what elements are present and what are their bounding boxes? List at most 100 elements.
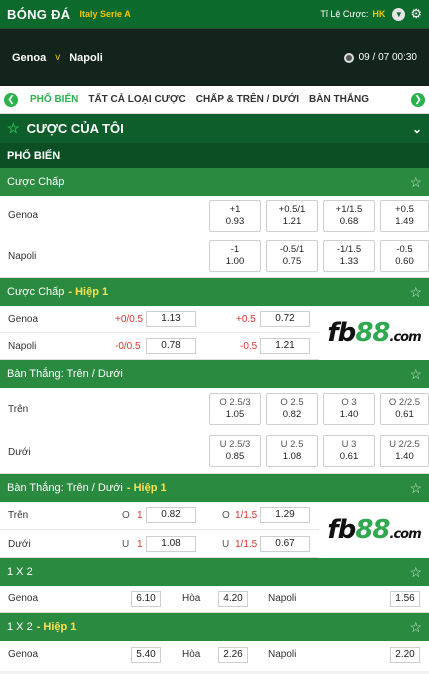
- odds-line: -0.5: [396, 244, 413, 255]
- odds-cell[interactable]: -1 1.00: [209, 240, 261, 272]
- tab-popular[interactable]: PHỔ BIẾN: [30, 94, 78, 105]
- chevron-down-icon[interactable]: ⌄: [412, 122, 422, 136]
- odds-cell[interactable]: +0.5/1 1.21: [266, 200, 318, 232]
- odds-price[interactable]: 1.08: [146, 536, 196, 552]
- odds-price: 0.60: [395, 256, 414, 267]
- odds-cell[interactable]: U 2.5 1.08: [266, 435, 318, 467]
- odds-price[interactable]: 2.26: [218, 647, 248, 663]
- draw-label: Hòa: [182, 593, 201, 604]
- odds-line: O 3: [341, 397, 357, 408]
- sponsor-banner[interactable]: fb88.com: [319, 502, 429, 558]
- odds-price[interactable]: 1.29: [260, 507, 310, 523]
- odds-cell[interactable]: -0.5 0.60: [380, 240, 429, 272]
- gear-icon[interactable]: ⚙: [410, 6, 422, 22]
- sponsor-banner[interactable]: fb88.com: [319, 306, 429, 360]
- market-title: Cược Chấp: [7, 286, 65, 298]
- odds-price: 1.21: [282, 216, 302, 227]
- odds-price[interactable]: 2.20: [390, 647, 420, 663]
- star-icon[interactable]: ☆: [409, 284, 422, 301]
- odds-price: 0.82: [282, 409, 302, 420]
- market-header-over-under: Bàn Thắng: Trên / Dưới ☆: [0, 360, 429, 388]
- market-header-handicap: Cược Chấp ☆: [0, 168, 429, 196]
- fb88-logo: fb88.com: [327, 318, 421, 348]
- my-bets-bar[interactable]: ☆ CƯỢC CỦA TÔI ⌄: [0, 114, 429, 143]
- star-icon[interactable]: ☆: [409, 480, 422, 497]
- odds-price[interactable]: 4.20: [218, 591, 248, 607]
- odds-line: +0.5: [395, 204, 414, 215]
- match-time: 09 / 07 00:30: [343, 52, 417, 63]
- odds-price[interactable]: 0.82: [146, 507, 196, 523]
- odds-line: U 3: [341, 439, 357, 450]
- odds-line: U 2/2.5: [389, 439, 420, 450]
- odds-price[interactable]: 0.78: [146, 338, 196, 354]
- tab-all-bets[interactable]: TẤT CẢ LOẠI CƯỢC: [88, 94, 185, 105]
- odds-line: -1/1.5: [336, 244, 362, 255]
- odds-price: 1.00: [225, 256, 245, 267]
- odds-line: +1/1.5: [335, 204, 363, 215]
- team-label: Napoli: [8, 341, 37, 352]
- odds-price: 1.40: [339, 409, 359, 420]
- star-icon[interactable]: ☆: [409, 366, 422, 383]
- handicap-line: -0/0.5: [115, 341, 141, 352]
- ou-label: Dưới: [8, 539, 31, 550]
- team-label: Napoli: [8, 251, 37, 262]
- ou-side: O: [122, 510, 130, 521]
- odds-cell[interactable]: O 2.5 0.82: [266, 393, 318, 425]
- odds-price[interactable]: 0.72: [260, 311, 310, 327]
- top-bar: BÓNG ĐÁ Italy Serie A Tỉ Lệ Cược: HK ▼ ⚙: [0, 0, 429, 28]
- odds-cell[interactable]: U 3 0.61: [323, 435, 375, 467]
- market-header-1x2-h1: 1 X 2 - Hiệp 1 ☆: [0, 613, 429, 641]
- popular-section-title: PHỔ BIẾN: [0, 143, 429, 168]
- home-label: Genoa: [8, 593, 39, 604]
- market-header-handicap-h1: Cược Chấp - Hiệp 1 ☆: [0, 278, 429, 306]
- match-header: Genoa v Napoli 09 / 07 00:30: [0, 28, 429, 86]
- tab-handicap-ou[interactable]: CHẤP & TRÊN / DƯỚI: [196, 94, 299, 105]
- odds-cell[interactable]: -1/1.5 1.33: [323, 240, 375, 272]
- chevron-down-icon[interactable]: ▼: [392, 7, 406, 21]
- odds-price: 0.68: [339, 216, 359, 227]
- odds-line: -1: [230, 244, 240, 255]
- sport-title: BÓNG ĐÁ: [7, 6, 71, 22]
- league-name[interactable]: Italy Serie A: [80, 9, 131, 19]
- odds-price[interactable]: 1.13: [146, 311, 196, 327]
- odds-cell[interactable]: O 3 1.40: [323, 393, 375, 425]
- home-team: Genoa: [12, 51, 47, 64]
- odds-price[interactable]: 1.21: [260, 338, 310, 354]
- star-icon[interactable]: ☆: [409, 619, 422, 636]
- chevron-right-icon[interactable]: ❯: [411, 92, 425, 107]
- star-icon[interactable]: ☆: [409, 174, 422, 191]
- star-icon[interactable]: ☆: [409, 564, 422, 581]
- handicap-line: +0/0.5: [115, 314, 144, 325]
- versus-label: v: [55, 52, 61, 63]
- odds-cell[interactable]: U 2.5/3 0.85: [209, 435, 261, 467]
- odds-line: U 2.5: [280, 439, 304, 450]
- odds-price: 0.93: [225, 216, 245, 227]
- odds-cell[interactable]: U 2/2.5 1.40: [380, 435, 429, 467]
- tab-goals[interactable]: BÀN THẮNG: [309, 94, 369, 105]
- odds-cell[interactable]: +0.5 1.49: [380, 200, 429, 232]
- odds-price: 1.33: [339, 256, 359, 267]
- odds-cell[interactable]: +1 0.93: [209, 200, 261, 232]
- odds-price[interactable]: 5.40: [131, 647, 161, 663]
- market-title: Bàn Thắng: Trên / Dưới: [7, 482, 123, 494]
- draw-label: Hòa: [182, 649, 201, 660]
- odds-price: 0.75: [282, 256, 302, 267]
- odds-cell[interactable]: +1/1.5 0.68: [323, 200, 375, 232]
- away-label: Napoli: [268, 593, 297, 604]
- odds-price[interactable]: 6.10: [131, 591, 161, 607]
- odds-format-selector[interactable]: Tỉ Lệ Cược: HK ▼: [320, 7, 406, 21]
- ou-label: Dưới: [8, 447, 31, 458]
- half-label: - Hiệp 1: [68, 286, 109, 298]
- odds-cell[interactable]: -0.5/1 0.75: [266, 240, 318, 272]
- odds-cell[interactable]: O 2.5/3 1.05: [209, 393, 261, 425]
- market-tabs: ❮ PHỔ BIẾN TẤT CẢ LOẠI CƯỢC CHẤP & TRÊN …: [0, 86, 429, 114]
- chevron-left-icon[interactable]: ❮: [4, 92, 18, 107]
- handicap-line: -0.5: [240, 341, 258, 352]
- half-label: - Hiệp 1: [36, 621, 77, 633]
- odds-line: O 2/2.5: [388, 397, 421, 408]
- odds-price[interactable]: 1.56: [390, 591, 420, 607]
- away-team: Napoli: [69, 51, 103, 64]
- odds-price[interactable]: 0.67: [260, 536, 310, 552]
- odds-cell[interactable]: O 2/2.5 0.61: [380, 393, 429, 425]
- match-datetime: 09 / 07 00:30: [358, 52, 417, 63]
